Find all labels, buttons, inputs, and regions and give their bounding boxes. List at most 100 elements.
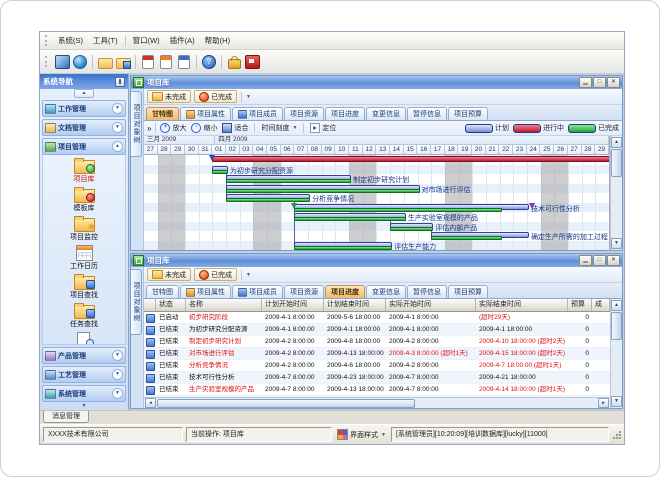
chevron-down-icon[interactable]: ▼ — [112, 388, 123, 399]
toolbar-button[interactable] — [53, 53, 71, 71]
toolbar-button[interactable] — [96, 53, 114, 71]
menu-item-插件(A)[interactable]: 插件(A) — [165, 33, 200, 48]
tool-缩小-button[interactable]: -缩小 — [191, 123, 217, 133]
tool-适合-button[interactable]: 适合 — [222, 123, 248, 133]
toolbar-button[interactable] — [71, 53, 89, 71]
dropdown-chevron-icon[interactable]: ▼ — [246, 94, 251, 100]
tab-项目进度[interactable]: 项目进度 — [325, 285, 365, 298]
table-row[interactable]: 已结束分析竞争情况2009-4-2 8:00:002009-4-6 18:00:… — [144, 360, 610, 372]
toolbar-grip-handle[interactable] — [45, 56, 50, 67]
sidebar-item-模板库[interactable]: 模板库 — [73, 187, 95, 213]
tab-项目成员[interactable]: 项目成员 — [232, 285, 283, 298]
column-header-状态[interactable]: 状态 — [156, 299, 186, 311]
column-header-实际开始时间[interactable]: 实际开始时间 — [386, 299, 476, 311]
tab-项目属性[interactable]: 项目属性 — [180, 107, 231, 120]
tab-项目成员[interactable]: 项目成员 — [232, 107, 283, 120]
pushpin-icon[interactable] — [115, 77, 125, 87]
tab-项目进度[interactable]: 项目进度 — [325, 107, 365, 120]
filter-button-已完成[interactable]: 已完成 — [194, 90, 237, 103]
gantt-vertical-scrollbar[interactable]: ▲ ▼ — [610, 136, 622, 250]
tab-暂停信息[interactable]: 暂停信息 — [407, 107, 447, 120]
toolbar-button[interactable] — [225, 53, 243, 71]
tab-项目预算[interactable]: 项目预算 — [448, 285, 488, 298]
chevron-down-icon[interactable]: ▼ — [112, 369, 123, 380]
filter-button-已完成[interactable]: 已完成 — [194, 268, 237, 281]
message-manager-tab[interactable]: 消息管理 — [43, 411, 89, 423]
maximize-button[interactable]: □ — [593, 77, 606, 88]
tool-时间刻度-button[interactable]: 时间刻度▼ — [261, 123, 297, 133]
tab-项目属性[interactable]: 项目属性 — [180, 285, 231, 298]
toolbar-button[interactable] — [139, 53, 157, 71]
table-vertical-scrollbar[interactable]: ▲ ▼ — [610, 299, 622, 408]
tab-甘特图[interactable]: 甘特图 — [146, 285, 179, 298]
sidebar-group-文档管理[interactable]: 文档管理▼ — [42, 119, 126, 136]
gantt-bar-初步研究阶段[interactable] — [212, 156, 609, 162]
toolbar-overflow-chevron[interactable]: » — [147, 124, 151, 133]
close-button[interactable]: ✕ — [607, 77, 620, 88]
scroll-down-icon[interactable]: ▼ — [611, 396, 622, 407]
column-header-计划结束时间[interactable]: 计划结束时间 — [324, 299, 386, 311]
table-row[interactable]: 已结束制定初步研究计划2009-4-2 8:00:002009-4-8 18:0… — [144, 336, 610, 348]
menu-item-窗口(W)[interactable]: 窗口(W) — [128, 33, 165, 48]
column-header-成[interactable]: 成 — [592, 299, 610, 311]
tab-项目资源[interactable]: 项目资源 — [284, 107, 324, 120]
resize-grip[interactable] — [612, 430, 621, 439]
toolbar-button[interactable] — [114, 53, 132, 71]
scrollbar-thumb[interactable] — [611, 149, 622, 177]
table-row[interactable]: 已结束为初步研究分配资源2009-4-1 8:00:002009-4-1 18:… — [144, 324, 610, 336]
table-row[interactable]: 已结束对市场进行评估2009-4-2 8:00:002009-4-13 18:0… — [144, 348, 610, 360]
minimize-button[interactable]: ▁ — [579, 255, 592, 266]
sidebar-item-项目监控[interactable]: ★项目监控 — [70, 216, 98, 242]
sidebar-more-chevron-icon[interactable]: ▼ — [40, 402, 128, 410]
menu-item-系统(S)[interactable]: 系统(S) — [53, 33, 88, 48]
gantt-window-titlebar[interactable]: 项目库 ▁ □ ✕ — [131, 76, 622, 89]
sidebar-group-工艺管理[interactable]: 工艺管理▼ — [42, 366, 126, 383]
chevron-down-icon[interactable]: ▼ — [112, 103, 123, 114]
scroll-up-icon[interactable]: ▲ — [611, 137, 622, 148]
sidebar-collapse-button[interactable]: ▲ — [40, 89, 128, 98]
tab-暂停信息[interactable]: 暂停信息 — [407, 285, 447, 298]
tab-变更信息[interactable]: 变更信息 — [366, 285, 406, 298]
column-header-计划开始时间[interactable]: 计划开始时间 — [262, 299, 324, 311]
scroll-right-icon[interactable]: ► — [598, 398, 609, 408]
table-horizontal-scrollbar[interactable]: ◄ ► — [144, 397, 610, 408]
scroll-down-icon[interactable]: ▼ — [611, 238, 622, 249]
chevron-down-icon[interactable]: ▼ — [112, 350, 123, 361]
sidebar-item-项目库[interactable]: 项目库 — [73, 158, 95, 184]
menu-item-帮助(H)[interactable]: 帮助(H) — [200, 33, 235, 48]
maximize-button[interactable]: □ — [593, 255, 606, 266]
column-header-名称[interactable]: 名称 — [186, 299, 262, 311]
ui-style-button[interactable]: 界面样式 ▼ — [335, 429, 388, 440]
close-button[interactable]: ✕ — [607, 255, 620, 266]
filter-button-未完成[interactable]: 未完成 — [147, 268, 191, 281]
minimize-button[interactable]: ▁ — [579, 77, 592, 88]
tab-项目资源[interactable]: 项目资源 — [284, 285, 324, 298]
tool-放大-button[interactable]: +放大 — [160, 123, 186, 133]
tab-项目预算[interactable]: 项目预算 — [448, 107, 488, 120]
sidebar-item-工作日历[interactable]: 工作日历 — [70, 245, 98, 271]
table-window-titlebar[interactable]: 项目库 ▁ □ ✕ — [131, 254, 622, 267]
object-tree-tab[interactable]: 项目对象树 — [131, 91, 142, 157]
column-header-预算[interactable]: 预算 — [568, 299, 592, 311]
table-row[interactable]: 已结束技术可行性分析2009-4-7 8:00:002009-4-23 18:0… — [144, 372, 610, 384]
toolbar-button[interactable] — [243, 53, 261, 71]
tool-定位-button[interactable]: 定位 — [310, 123, 336, 133]
tab-变更信息[interactable]: 变更信息 — [366, 107, 406, 120]
table-row[interactable]: 已启动初步研究阶段2009-4-1 8:00:002009-5-6 18:00:… — [144, 312, 610, 324]
menubar-grip-handle[interactable] — [45, 35, 50, 46]
sidebar-item-项目查找[interactable]: 项目查找 — [70, 274, 98, 300]
object-tree-tab[interactable]: 项目对象树 — [131, 269, 142, 335]
toolbar-button[interactable]: ? — [200, 53, 218, 71]
scrollbar-thumb[interactable] — [611, 312, 622, 340]
toolbar-button[interactable] — [157, 53, 175, 71]
toolbar-button[interactable] — [175, 53, 193, 71]
scrollbar-thumb[interactable] — [157, 399, 415, 408]
sidebar-item-任务查找[interactable]: 任务查找 — [70, 303, 98, 329]
column-header-实际结束时间[interactable]: 实际结束时间 — [476, 299, 568, 311]
menu-item-工具(T)[interactable]: 工具(T) — [88, 33, 123, 48]
tab-甘特图[interactable]: 甘特图 — [146, 107, 179, 120]
sidebar-item-项目文档查找[interactable]: 项目文档查找 — [63, 332, 105, 345]
scroll-up-icon[interactable]: ▲ — [611, 300, 622, 311]
gantt-grid[interactable]: 为初步研究分配资源制定初步研究计划对市场进行评估分析竞争情况技术可行性分析生产实… — [144, 155, 609, 250]
sidebar-group-工作管理[interactable]: 工作管理▼ — [42, 100, 126, 117]
